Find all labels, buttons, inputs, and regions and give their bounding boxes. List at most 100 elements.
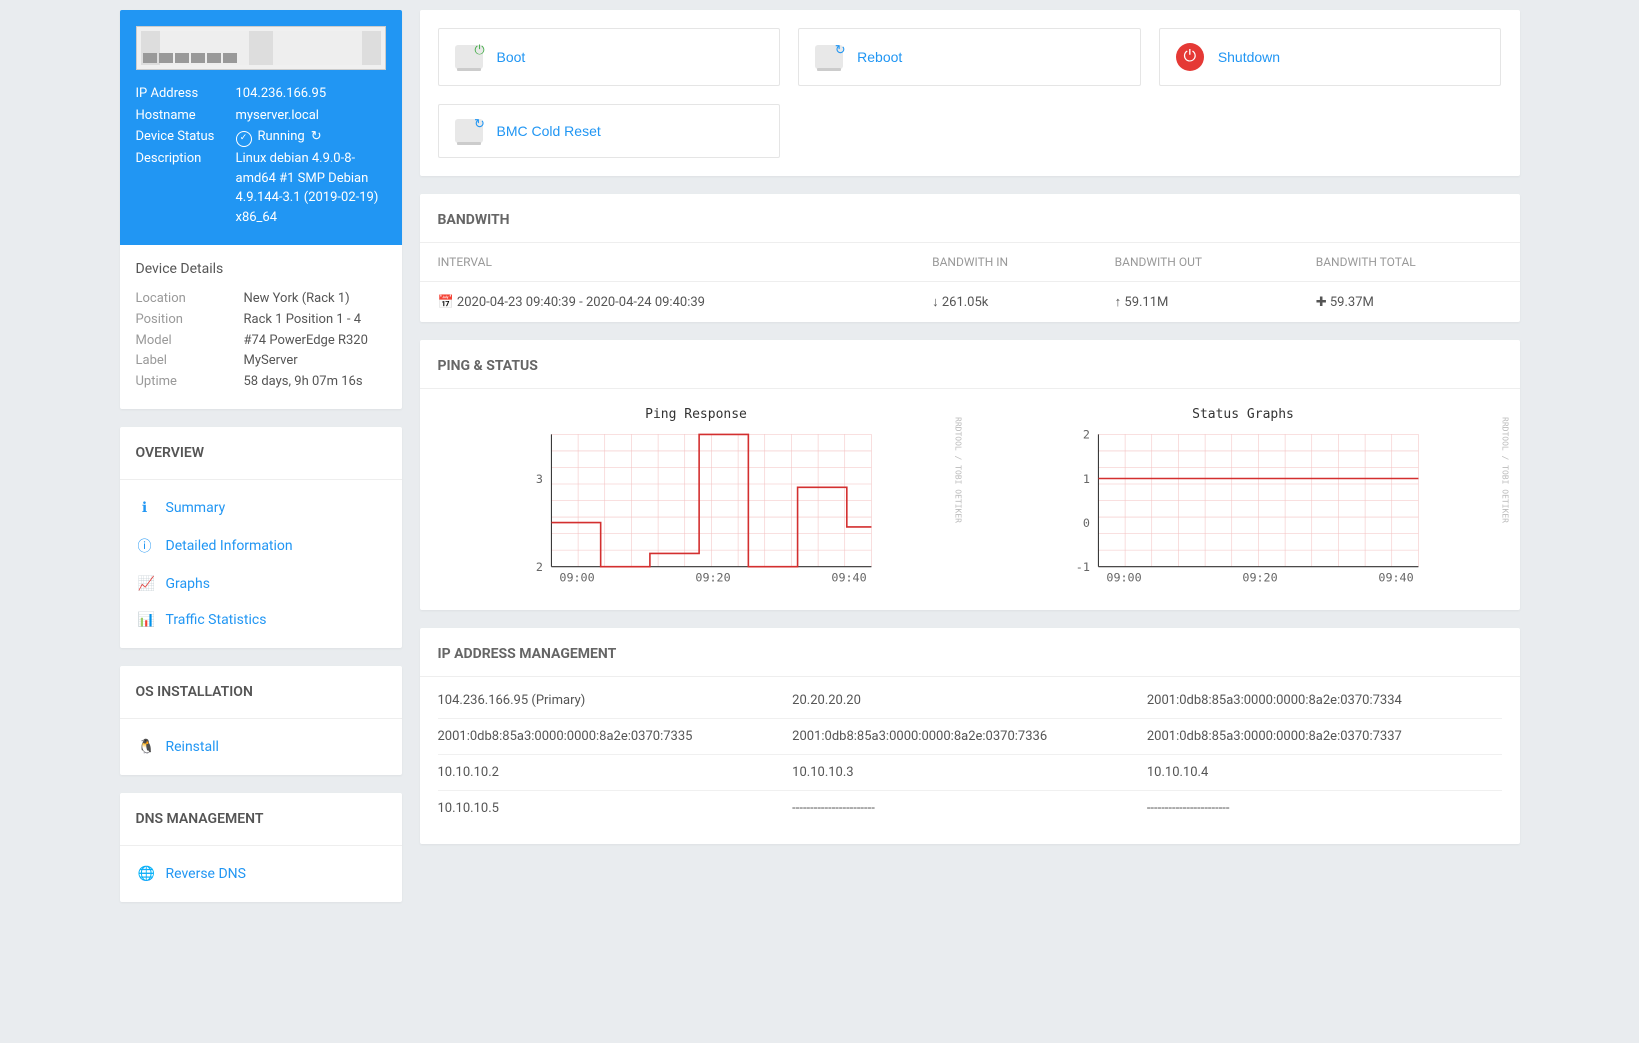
description-label: Description xyxy=(136,149,236,227)
svg-text:09:40: 09:40 xyxy=(1378,571,1413,585)
reboot-label: Reboot xyxy=(857,49,902,65)
hostname-value: myserver.local xyxy=(236,106,386,126)
svg-text:09:00: 09:00 xyxy=(559,571,594,585)
info-circle-icon: ⓘ xyxy=(138,536,152,556)
os-section: OS INSTALLATION 🐧Reinstall xyxy=(120,666,402,775)
nav-summary-label: Summary xyxy=(166,500,226,516)
os-title: OS INSTALLATION xyxy=(120,666,402,719)
reboot-icon xyxy=(815,45,843,69)
overview-title: OVERVIEW xyxy=(120,427,402,480)
boot-label: Boot xyxy=(497,49,526,65)
device-details-title: Device Details xyxy=(120,245,402,285)
bw-total: ✚ 59.37M xyxy=(1298,282,1520,323)
bandwidth-title: BANDWITH xyxy=(420,194,1520,243)
server-image xyxy=(136,26,386,70)
nav-graphs[interactable]: 📈Graphs xyxy=(120,566,402,602)
ping-chart-title: Ping Response xyxy=(438,407,955,422)
ping-status-panel: PING & STATUS Ping Response 2 3 09:00 09:20… xyxy=(420,340,1520,610)
ip-row: 104.236.166.95 (Primary)20.20.20.202001:… xyxy=(438,683,1502,719)
globe-icon: 🌐 xyxy=(138,866,152,882)
ip-cell: 10.10.10.5 xyxy=(438,801,793,816)
svg-text:09:00: 09:00 xyxy=(1106,571,1141,585)
label-label: Label xyxy=(136,351,244,372)
shutdown-label: Shutdown xyxy=(1218,49,1280,65)
ip-cell: 104.236.166.95 (Primary) xyxy=(438,693,793,708)
dns-section: DNS MANAGEMENT 🌐 Reverse DNS xyxy=(120,793,402,902)
shutdown-button[interactable]: ⏻ Shutdown xyxy=(1159,28,1502,86)
calendar-icon: 📅 xyxy=(438,295,454,310)
reboot-button[interactable]: Reboot xyxy=(798,28,1141,86)
bandwidth-panel: BANDWITH INTERVAL BANDWITH IN BANDWITH O… xyxy=(420,194,1520,322)
bw-in: ↓ 261.05k xyxy=(914,282,1097,323)
info-icon: ℹ xyxy=(138,500,152,516)
ip-cell: 10.10.10.2 xyxy=(438,765,793,780)
refresh-icon[interactable] xyxy=(311,127,322,147)
bmc-icon xyxy=(455,119,483,143)
svg-text:09:40: 09:40 xyxy=(831,571,866,585)
nav-detailed[interactable]: ⓘ Detailed Information xyxy=(120,526,402,566)
nav-reverse-dns-label: Reverse DNS xyxy=(166,866,246,882)
svg-text:2: 2 xyxy=(1082,428,1089,442)
svg-text:3: 3 xyxy=(535,472,542,486)
ip-cell: 2001:0db8:85a3:0000:0000:8a2e:0370:7336 xyxy=(792,729,1147,744)
ping-chart: Ping Response 2309:0009:2009:40 RRDTOOL … xyxy=(438,407,955,592)
nav-reinstall-label: Reinstall xyxy=(166,739,219,755)
bandwidth-table: INTERVAL BANDWITH IN BANDWITH OUT BANDWI… xyxy=(420,243,1520,322)
position-label: Position xyxy=(136,310,244,331)
location-label: Location xyxy=(136,289,244,310)
device-header: IP Address104.236.166.95 Hostnamemyserve… xyxy=(120,10,402,245)
status-label: Device Status xyxy=(136,127,236,147)
table-row: 📅 2020-04-23 09:40:39 - 2020-04-24 09:40… xyxy=(420,282,1520,323)
uptime-label: Uptime xyxy=(136,372,244,393)
bw-out: ↑ 59.11M xyxy=(1097,282,1298,323)
ping-title: PING & STATUS xyxy=(420,340,1520,389)
nav-reinstall[interactable]: 🐧Reinstall xyxy=(120,729,402,765)
svg-text:1: 1 xyxy=(1082,472,1089,486)
bmc-reset-button[interactable]: BMC Cold Reset xyxy=(438,104,781,158)
line-chart-icon: 📊 xyxy=(138,612,152,628)
svg-text:0: 0 xyxy=(1082,516,1089,530)
nav-detailed-label: Detailed Information xyxy=(166,538,293,554)
arrow-up-icon: ↑ xyxy=(1115,295,1122,310)
ip-cell: 20.20.20.20 xyxy=(792,693,1147,708)
overview-section: OVERVIEW ℹSummary ⓘDetailed Information … xyxy=(120,427,402,648)
check-icon xyxy=(236,127,252,147)
location-value: New York (Rack 1) xyxy=(244,289,386,310)
description-value: Linux debian 4.9.0-8-amd64 #1 SMP Debian… xyxy=(236,149,386,227)
ip-row: 10.10.10.5------------------------------… xyxy=(438,791,1502,826)
ipam-panel: IP ADDRESS MANAGEMENT 104.236.166.95 (Pr… xyxy=(420,628,1520,844)
action-panel: Boot Reboot ⏻ Shutdown BMC Cold Reset xyxy=(420,10,1520,176)
model-label: Model xyxy=(136,331,244,352)
bw-interval: 📅 2020-04-23 09:40:39 - 2020-04-24 09:40… xyxy=(420,282,915,323)
nav-reverse-dns[interactable]: 🌐 Reverse DNS xyxy=(120,856,402,892)
power-off-icon: ⏻ xyxy=(1176,43,1204,71)
col-out: BANDWITH OUT xyxy=(1097,243,1298,282)
svg-text:09:20: 09:20 xyxy=(695,571,730,585)
ip-cell: 2001:0db8:85a3:0000:0000:8a2e:0370:7335 xyxy=(438,729,793,744)
ip-cell: ----------------------- xyxy=(1147,801,1502,816)
col-total: BANDWITH TOTAL xyxy=(1298,243,1520,282)
ip-value: 104.236.166.95 xyxy=(236,84,386,104)
col-interval: INTERVAL xyxy=(420,243,915,282)
ipam-title: IP ADDRESS MANAGEMENT xyxy=(420,628,1520,677)
power-on-icon xyxy=(455,45,483,69)
nav-traffic-label: Traffic Statistics xyxy=(166,612,267,628)
uptime-value: 58 days, 9h 07m 16s xyxy=(244,372,386,393)
svg-text:2: 2 xyxy=(535,560,542,574)
svg-text:-1: -1 xyxy=(1075,560,1089,574)
ip-cell: 10.10.10.4 xyxy=(1147,765,1502,780)
nav-summary[interactable]: ℹ Summary xyxy=(120,490,402,526)
boot-button[interactable]: Boot xyxy=(438,28,781,86)
area-chart-icon: 📈 xyxy=(138,576,152,592)
dns-title: DNS MANAGEMENT xyxy=(120,793,402,846)
status-chart-title: Status Graphs xyxy=(985,407,1502,422)
ip-cell: 2001:0db8:85a3:0000:0000:8a2e:0370:7334 xyxy=(1147,693,1502,708)
nav-traffic[interactable]: 📊 Traffic Statistics xyxy=(120,602,402,638)
bmc-label: BMC Cold Reset xyxy=(497,123,601,139)
svg-text:09:20: 09:20 xyxy=(1242,571,1277,585)
ip-cell: 10.10.10.3 xyxy=(792,765,1147,780)
col-in: BANDWITH IN xyxy=(914,243,1097,282)
ip-label: IP Address xyxy=(136,84,236,104)
chart-side-label-2: RRDTOOL / TOBI OETIKER xyxy=(1501,417,1510,523)
hostname-label: Hostname xyxy=(136,106,236,126)
